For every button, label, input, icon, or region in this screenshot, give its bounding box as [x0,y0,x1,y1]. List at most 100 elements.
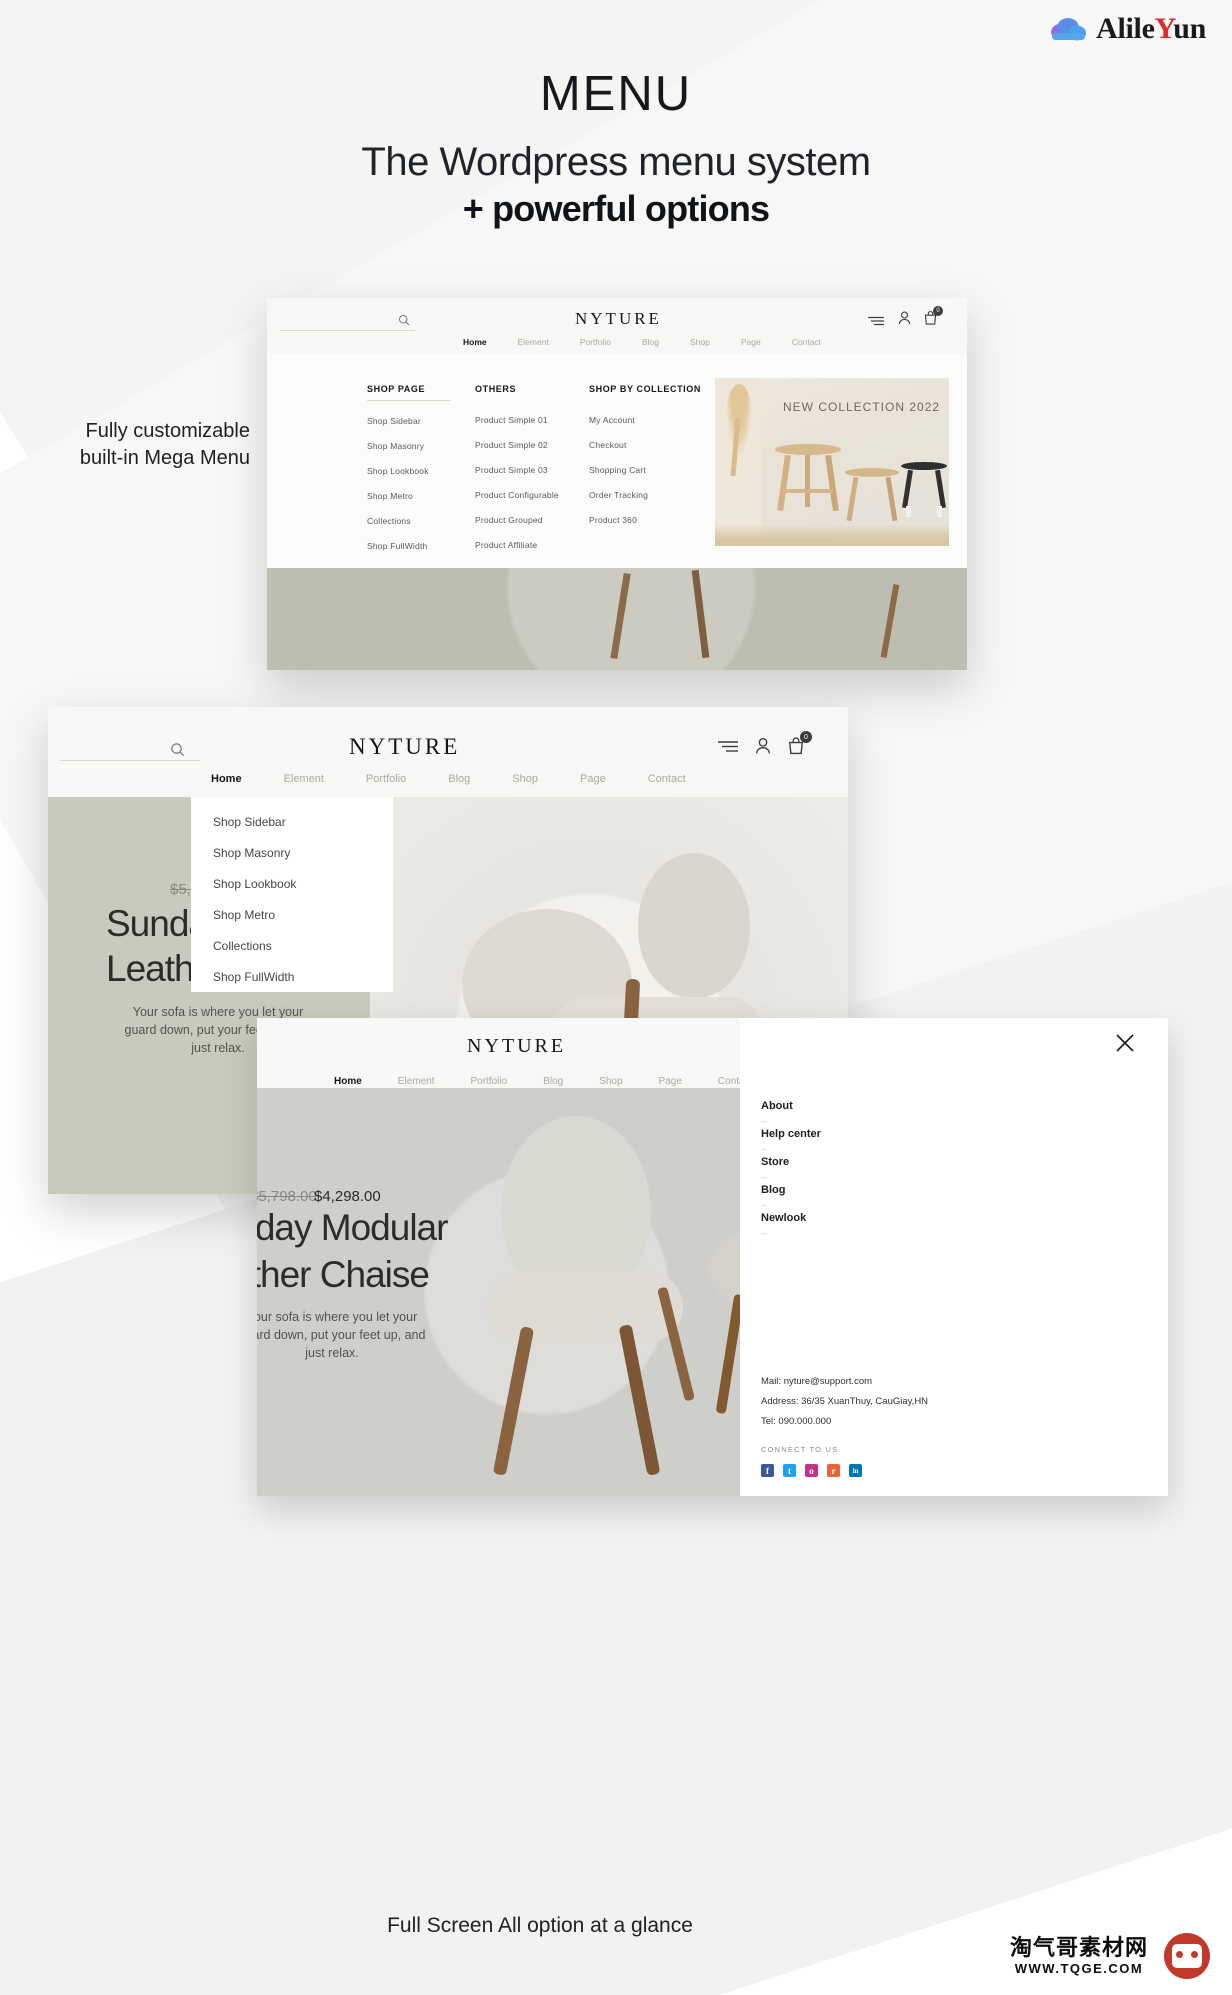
shop-dropdown-menu: Shop Sidebar Shop Masonry Shop Lookbook … [191,797,393,992]
fs-link-store[interactable]: Store [761,1156,821,1168]
mega-link[interactable]: Shop FullWidth [367,541,472,551]
mega-link[interactable]: My Account [589,415,709,425]
site-header-3: NYTURE Home Element Portfolio Blog Shop … [257,1018,752,1088]
fs-divider: _ [761,1224,767,1235]
mega-column-title: SHOP PAGE [367,384,451,401]
mega-link[interactable]: Shop Masonry [367,441,472,451]
dropdown-item[interactable]: Shop Masonry [213,846,393,860]
dropdown-item[interactable]: Shop Sidebar [213,815,393,829]
nav-item-home[interactable]: Home [463,337,487,347]
contact-mail[interactable]: Mail: nyture@support.com [761,1376,928,1387]
fs-divider: _ [761,1168,767,1179]
brand-name: AlileYun [1096,12,1206,46]
mega-link[interactable]: Shopping Cart [589,465,709,475]
search-icon[interactable] [398,313,410,331]
mockup-fullscreen-menu: NYTURE Home Element Portfolio Blog Shop … [257,1018,1168,1496]
mega-link[interactable]: Collections [367,516,472,526]
brand-name-accent: Y [1154,12,1174,45]
twitter-icon[interactable]: t [783,1464,796,1477]
dropdown-item[interactable]: Shop Lookbook [213,877,393,891]
mega-link[interactable]: Product Simple 02 [475,440,587,450]
dropdown-item[interactable]: Shop Metro [213,908,393,922]
nav-item-home[interactable]: Home [211,773,242,785]
mega-link[interactable]: Shop Sidebar [367,416,472,426]
cart-count-badge: 0 [933,306,943,316]
mega-link[interactable]: Product Simple 01 [475,415,587,425]
nav-item-page[interactable]: Page [741,337,761,347]
account-icon[interactable] [898,311,911,330]
mega-link[interactable]: Shop Metro [367,491,472,501]
nav-item-portfolio[interactable]: Portfolio [366,773,406,785]
instagram-icon[interactable]: o [805,1464,818,1477]
mega-link[interactable]: Product Simple 03 [475,465,587,475]
fs-link-about[interactable]: About [761,1100,821,1112]
site-logo-2[interactable]: NYTURE [349,734,460,760]
nav-item-contact[interactable]: Contact [648,773,686,785]
mega-column-title: OTHERS [475,384,517,394]
nav-item-portfolio[interactable]: Portfolio [580,337,611,347]
site-header: NYTURE Home Element Portfolio Blog Shop … [267,298,967,354]
chair-image-3 [457,1116,740,1486]
subtitle-bold: + powerful options [462,188,770,229]
mega-promo-banner[interactable]: NEW COLLECTION 2022 [715,378,949,546]
stool-image-dark [901,462,947,518]
rss-icon[interactable]: r [827,1464,840,1477]
mega-column-collection: SHOP BY COLLECTION My Account Checkout S… [589,379,709,568]
mega-link[interactable]: Checkout [589,440,709,450]
site-logo[interactable]: NYTURE [575,309,662,329]
hero-title-line1-3: Sunday Modular [257,1207,448,1248]
hero-title-line2-3: Leather Chaise [257,1254,430,1295]
menu-lines-icon[interactable] [868,313,884,331]
watermark-url: WWW.TQGE.COM [1014,1961,1144,1977]
nav-item-shop[interactable]: Shop [512,773,538,785]
nav-item-blog[interactable]: Blog [448,773,470,785]
mega-link[interactable]: Product Affiliate [475,540,587,550]
cloud-icon [1050,16,1088,42]
brand-logo: AlileYun [1050,12,1206,46]
search-icon[interactable] [170,742,185,762]
nav-item-blog[interactable]: Blog [543,1076,563,1087]
nav-item-shop[interactable]: Shop [599,1076,622,1087]
fs-link-newlook[interactable]: Newlook [761,1212,821,1224]
mega-link[interactable]: Product Grouped [475,515,587,525]
account-icon[interactable] [755,737,771,760]
mega-link[interactable]: Product Configurable [475,490,587,500]
hero-desc-line1-2: Your sofa is where you let your [132,1005,304,1019]
watermark-name: 淘气哥素材网 [1009,1935,1148,1961]
dropdown-item[interactable]: Collections [213,939,393,953]
fs-link-blog[interactable]: Blog [761,1184,821,1196]
nav-item-element[interactable]: Element [398,1076,435,1087]
nav-item-portfolio[interactable]: Portfolio [470,1076,507,1087]
close-icon[interactable] [1114,1032,1136,1059]
linkedin-icon[interactable]: in [849,1464,862,1477]
mega-menu-panel: SHOP PAGE Shop Sidebar Shop Masonry Shop… [267,354,967,568]
search-input[interactable] [280,307,415,331]
social-links: f t o r in [761,1464,928,1477]
fs-link-help-center[interactable]: Help center [761,1128,821,1140]
mega-link[interactable]: Order Tracking [589,490,709,500]
nav-item-page[interactable]: Page [580,773,606,785]
nav-item-element[interactable]: Element [518,337,549,347]
nav-item-blog[interactable]: Blog [642,337,659,347]
nav-item-element[interactable]: Element [284,773,324,785]
stool-image [775,444,841,512]
menu-lines-icon[interactable] [718,740,738,758]
fullscreen-menu-panel: About _ Help center _ Store _ Blog _ New… [740,1018,1168,1496]
nav-item-page[interactable]: Page [659,1076,682,1087]
connect-label: CONNECT TO US [761,1445,839,1454]
hero-desc-line3-3: just relax. [305,1346,359,1360]
page-title: MENU [539,67,693,121]
nav-item-home[interactable]: Home [334,1076,362,1087]
fullscreen-links: About _ Help center _ Store _ Blog _ New… [761,1100,821,1236]
site-logo-3[interactable]: NYTURE [467,1035,566,1058]
main-nav-2: Home Element Portfolio Blog Shop Page Co… [211,773,686,785]
dropdown-item[interactable]: Shop FullWidth [213,970,393,984]
mega-link[interactable]: Product 360 [589,515,709,525]
brand-name-part2: un [1173,12,1206,45]
nav-item-contact[interactable]: Contact [792,337,821,347]
contact-tel[interactable]: Tel: 090.000.000 [761,1416,928,1427]
nav-item-shop[interactable]: Shop [690,337,710,347]
poster-canvas: AlileYun MENU The Wordpress menu system … [0,0,1232,1995]
facebook-icon[interactable]: f [761,1464,774,1477]
mega-link[interactable]: Shop Lookbook [367,466,472,476]
